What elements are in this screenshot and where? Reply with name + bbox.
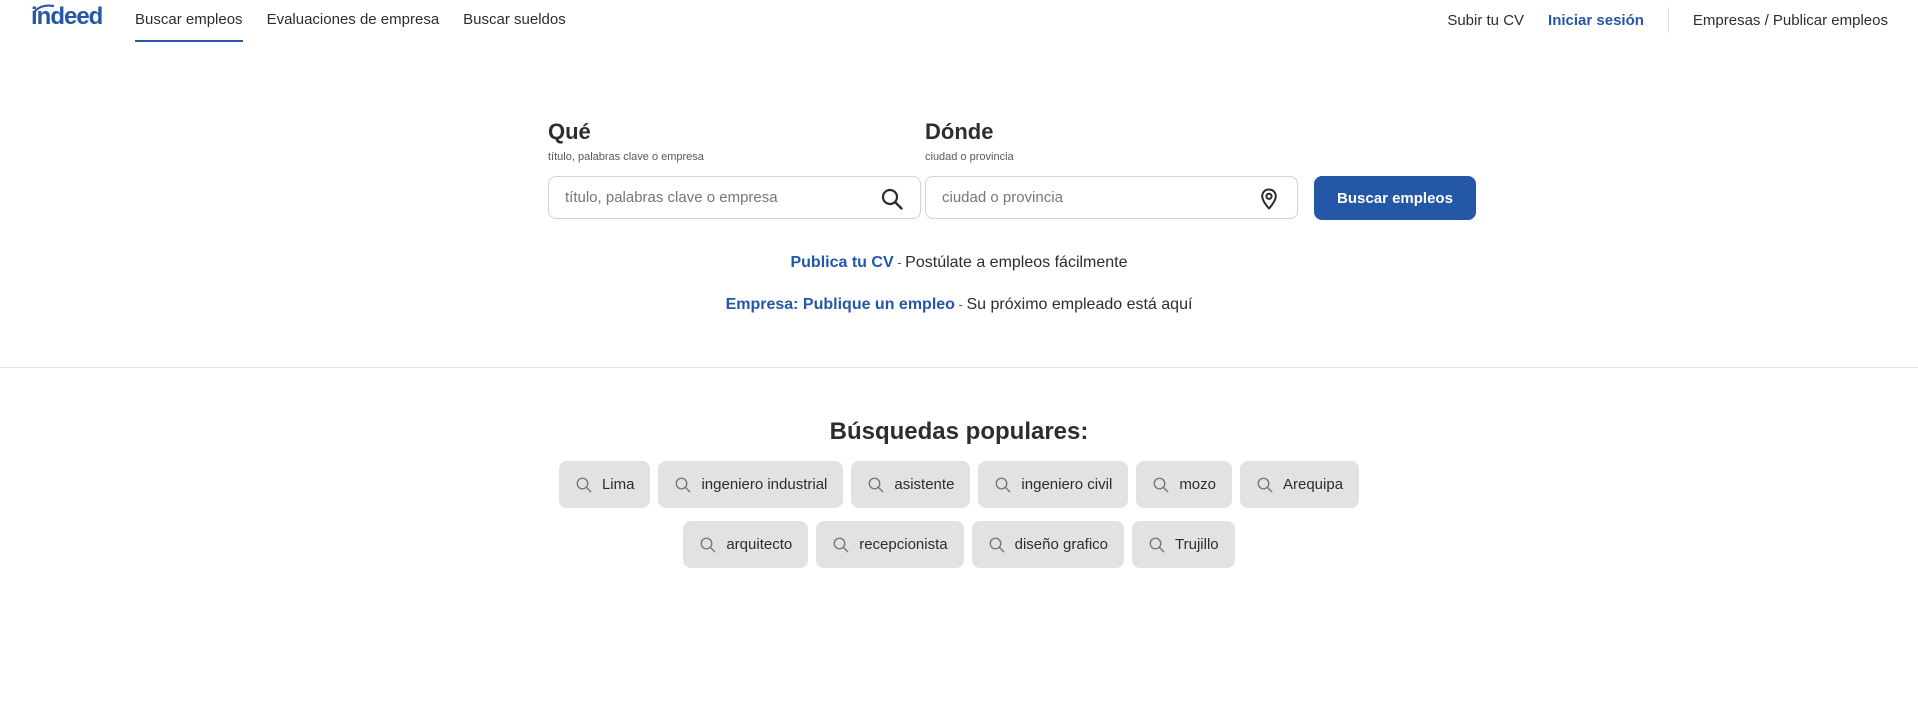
popular-searches-row-2: arquitecto recepcionista diseño grafico … [0,521,1918,568]
search-icon [881,188,903,210]
chip-label: recepcionista [859,536,948,553]
popular-searches-title: Búsquedas populares: [829,418,1089,445]
section-divider [0,367,1918,368]
post-job-link[interactable]: Empresa: Publique un empleo [726,296,955,313]
popular-search-chip[interactable]: ingeniero civil [978,461,1129,508]
nav-divider [1667,7,1669,33]
chip-label: diseño grafico [1014,536,1109,553]
popular-search-chip[interactable]: Lima [558,461,651,508]
search-icon [700,537,716,552]
main-nav: Buscar empleos Evaluaciones de empresa B… [135,0,590,44]
post-cv-promo: Publica tu CV - Postúlate a empleos fáci… [0,254,1918,272]
search-icon [1257,477,1273,492]
popular-search-chip[interactable]: asistente [851,461,971,508]
where-field-group: Dónde ciudad o provincia [925,118,1298,219]
what-field[interactable] [548,176,921,219]
what-title: Qué [548,119,591,144]
search-icon [676,477,691,492]
what-field-group: Qué título, palabras clave o empresa [548,118,921,219]
search-icon [995,477,1011,492]
what-input[interactable] [565,189,865,206]
search-icon [989,537,1005,552]
popular-search-chip[interactable]: diseño grafico [971,521,1125,568]
popular-search-chip[interactable]: arquitecto [683,521,809,568]
employer-promo-text: Su próximo empleado está aquí [966,296,1193,313]
employers-link[interactable]: Empresas / Publicar empleos [1693,12,1888,29]
account-nav: Subir tu CV Iniciar sesión Empresas / Pu… [1447,0,1888,40]
post-cv-text: Postúlate a empleos fácilmente [905,254,1128,271]
employer-promo: Empresa: Publique un empleo - Su próximo… [0,296,1918,314]
popular-searches-row-1: Lima ingeniero industrial asistente inge… [0,461,1918,508]
chip-label: mozo [1179,476,1216,493]
site-header: indeed Buscar empleos Evaluaciones de em… [0,0,1918,44]
search-icon [868,477,884,492]
popular-search-chip[interactable]: recepcionista [816,521,964,568]
popular-search-chip[interactable]: mozo [1136,461,1232,508]
sign-in-link[interactable]: Iniciar sesión [1548,12,1644,29]
chip-label: Lima [601,476,635,493]
promo-separator: - [954,297,967,312]
location-pin-icon [1261,188,1277,210]
indeed-logo[interactable]: indeed [31,4,103,30]
chip-label: ingeniero civil [1021,476,1113,493]
post-cv-link[interactable]: Publica tu CV [790,254,893,271]
where-title: Dónde [925,119,994,144]
logo-arc-icon [34,4,54,12]
promo-separator: - [893,255,906,270]
upload-cv-link[interactable]: Subir tu CV [1447,12,1524,29]
where-input[interactable] [942,189,1242,206]
nav-company-reviews[interactable]: Evaluaciones de empresa [267,0,440,42]
search-icon [1153,477,1169,492]
search-jobs-button[interactable]: Buscar empleos [1314,176,1476,220]
chip-label: Trujillo [1175,536,1219,553]
popular-search-chip[interactable]: Arequipa [1240,461,1360,508]
popular-search-chip[interactable]: Trujillo [1132,521,1235,568]
where-field[interactable] [925,176,1298,219]
chip-label: Arequipa [1283,476,1344,493]
what-subtitle: título, palabras clave o empresa [548,151,704,163]
search-icon [576,477,592,492]
nav-find-salaries[interactable]: Buscar sueldos [463,0,566,42]
search-icon [833,537,849,552]
popular-search-chip[interactable]: ingeniero industrial [658,461,844,508]
search-icon [1149,537,1165,552]
chip-label: ingeniero industrial [701,476,828,493]
chip-label: asistente [894,476,955,493]
where-subtitle: ciudad o provincia [925,151,1014,163]
nav-find-jobs[interactable]: Buscar empleos [135,0,243,42]
chip-label: arquitecto [726,536,793,553]
